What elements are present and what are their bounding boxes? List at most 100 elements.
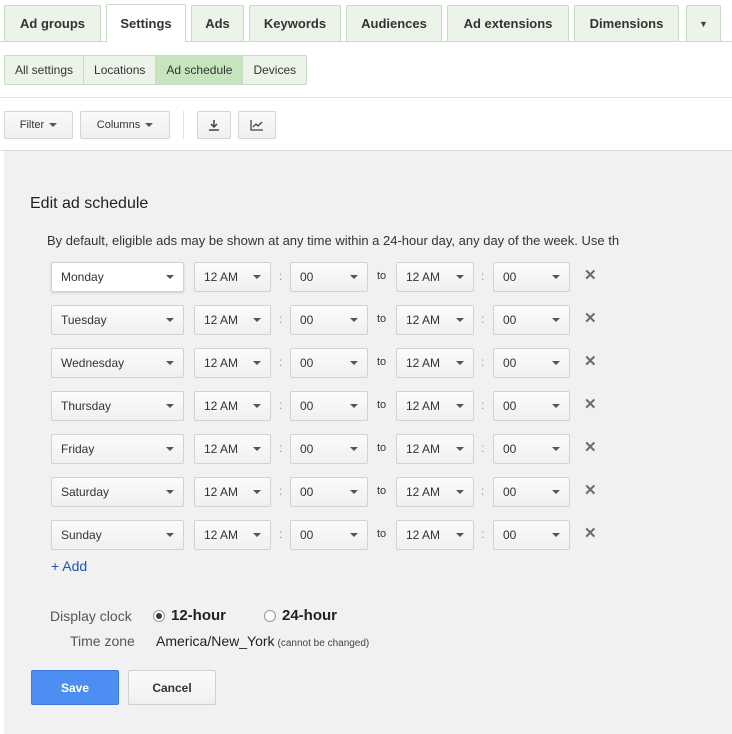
- to-label: to: [377, 485, 387, 497]
- start-minute-select[interactable]: 00: [290, 391, 368, 421]
- campaign-tabs: Ad groups Settings Ads Keywords Audience…: [0, 0, 732, 42]
- day-select[interactable]: Wednesday: [51, 348, 184, 378]
- download-icon: [208, 119, 220, 131]
- end-hour-select[interactable]: 12 AM: [396, 520, 474, 550]
- chevron-down-icon: [552, 447, 560, 451]
- add-schedule-link[interactable]: + Add: [51, 558, 87, 574]
- end-hour-select[interactable]: 12 AM: [396, 305, 474, 335]
- end-hour-select[interactable]: 12 AM: [396, 262, 474, 292]
- start-minute-value: 00: [300, 356, 314, 370]
- tab-settings[interactable]: Settings: [106, 4, 186, 42]
- end-minute-select[interactable]: 00: [493, 348, 570, 378]
- save-button[interactable]: Save: [31, 670, 119, 705]
- start-minute-select[interactable]: 00: [290, 348, 368, 378]
- end-minute-value: 00: [503, 399, 517, 413]
- subtab-ad-schedule[interactable]: Ad schedule: [156, 56, 244, 84]
- end-hour-select[interactable]: 12 AM: [396, 434, 474, 464]
- radio-24-hour[interactable]: [264, 610, 276, 622]
- start-minute-select[interactable]: 00: [290, 520, 368, 550]
- radio-12-hour-label[interactable]: 12-hour: [171, 607, 226, 624]
- remove-row-close-icon[interactable]: ✕: [584, 353, 597, 371]
- start-hour-value: 12 AM: [204, 270, 239, 284]
- start-hour-select[interactable]: 12 AM: [194, 520, 271, 550]
- remove-row-close-icon[interactable]: ✕: [584, 439, 597, 457]
- remove-row-close-icon[interactable]: ✕: [584, 525, 597, 543]
- tab-ad-groups[interactable]: Ad groups: [4, 5, 101, 41]
- to-label: to: [377, 270, 387, 282]
- end-hour-value: 12 AM: [406, 270, 441, 284]
- to-label: to: [377, 356, 387, 368]
- remove-row-close-icon[interactable]: ✕: [584, 310, 597, 328]
- colon-separator: :: [481, 527, 485, 541]
- day-select[interactable]: Thursday: [51, 391, 184, 421]
- day-select[interactable]: Saturday: [51, 477, 184, 507]
- radio-24-hour-label[interactable]: 24-hour: [282, 607, 337, 624]
- end-minute-select[interactable]: 00: [493, 262, 570, 292]
- start-hour-select[interactable]: 12 AM: [194, 305, 271, 335]
- remove-row-close-icon[interactable]: ✕: [584, 267, 597, 285]
- chevron-down-icon: [253, 318, 261, 322]
- subtab-all-settings[interactable]: All settings: [5, 56, 85, 84]
- end-hour-value: 12 AM: [406, 399, 441, 413]
- subtab-locations[interactable]: Locations: [84, 56, 157, 84]
- cancel-button[interactable]: Cancel: [128, 670, 216, 705]
- start-hour-select[interactable]: 12 AM: [194, 477, 271, 507]
- schedule-row: Sunday 12 AM : 00 to 12 AM : 00 ✕: [0, 520, 732, 550]
- subtab-devices[interactable]: Devices: [243, 56, 307, 84]
- start-hour-select[interactable]: 12 AM: [194, 434, 271, 464]
- day-select[interactable]: Monday: [51, 262, 184, 292]
- chevron-down-icon: [350, 447, 358, 451]
- start-hour-select[interactable]: 12 AM: [194, 262, 271, 292]
- end-hour-select[interactable]: 12 AM: [396, 477, 474, 507]
- tab-ads[interactable]: Ads: [191, 5, 244, 41]
- end-minute-select[interactable]: 00: [493, 305, 570, 335]
- start-minute-select[interactable]: 00: [290, 305, 368, 335]
- columns-button[interactable]: Columns: [80, 111, 170, 139]
- colon-separator: :: [279, 398, 283, 412]
- tab-dimensions[interactable]: Dimensions: [574, 5, 679, 41]
- to-label: to: [377, 399, 387, 411]
- day-select[interactable]: Friday: [51, 434, 184, 464]
- filter-label: Filter: [19, 119, 45, 131]
- chart-toggle-button[interactable]: [238, 111, 276, 139]
- start-hour-select[interactable]: 12 AM: [194, 348, 271, 378]
- schedule-row: Thursday 12 AM : 00 to 12 AM : 00 ✕: [0, 391, 732, 421]
- end-minute-select[interactable]: 00: [493, 391, 570, 421]
- time-zone-note: (cannot be changed): [277, 638, 370, 649]
- end-minute-select[interactable]: 00: [493, 520, 570, 550]
- start-hour-value: 12 AM: [204, 399, 239, 413]
- start-minute-select[interactable]: 00: [290, 434, 368, 464]
- tab-audiences[interactable]: Audiences: [346, 5, 442, 41]
- to-label: to: [377, 313, 387, 325]
- columns-label: Columns: [96, 119, 141, 131]
- schedule-row: Friday 12 AM : 00 to 12 AM : 00 ✕: [0, 434, 732, 464]
- radio-12-hour[interactable]: [153, 610, 165, 622]
- chevron-down-icon: [350, 490, 358, 494]
- day-value: Sunday: [61, 528, 102, 542]
- colon-separator: :: [279, 269, 283, 283]
- end-minute-value: 00: [503, 270, 517, 284]
- chevron-down-icon: [456, 404, 464, 408]
- colon-separator: :: [481, 355, 485, 369]
- end-hour-value: 12 AM: [406, 442, 441, 456]
- to-label: to: [377, 528, 387, 540]
- end-hour-select[interactable]: 12 AM: [396, 391, 474, 421]
- end-hour-select[interactable]: 12 AM: [396, 348, 474, 378]
- start-hour-select[interactable]: 12 AM: [194, 391, 271, 421]
- tab-ad-extensions[interactable]: Ad extensions: [447, 5, 569, 41]
- more-tabs-button[interactable]: ▼: [686, 5, 721, 41]
- start-minute-select[interactable]: 00: [290, 477, 368, 507]
- start-minute-select[interactable]: 00: [290, 262, 368, 292]
- end-minute-select[interactable]: 00: [493, 477, 570, 507]
- download-button[interactable]: [197, 111, 231, 139]
- end-minute-select[interactable]: 00: [493, 434, 570, 464]
- day-select[interactable]: Tuesday: [51, 305, 184, 335]
- chevron-down-icon: [456, 275, 464, 279]
- schedule-row: Tuesday 12 AM : 00 to 12 AM : 00 ✕: [0, 305, 732, 335]
- chevron-down-icon: [350, 318, 358, 322]
- day-select[interactable]: Sunday: [51, 520, 184, 550]
- remove-row-close-icon[interactable]: ✕: [584, 396, 597, 414]
- remove-row-close-icon[interactable]: ✕: [584, 482, 597, 500]
- filter-button[interactable]: Filter: [4, 111, 73, 139]
- tab-keywords[interactable]: Keywords: [249, 5, 341, 41]
